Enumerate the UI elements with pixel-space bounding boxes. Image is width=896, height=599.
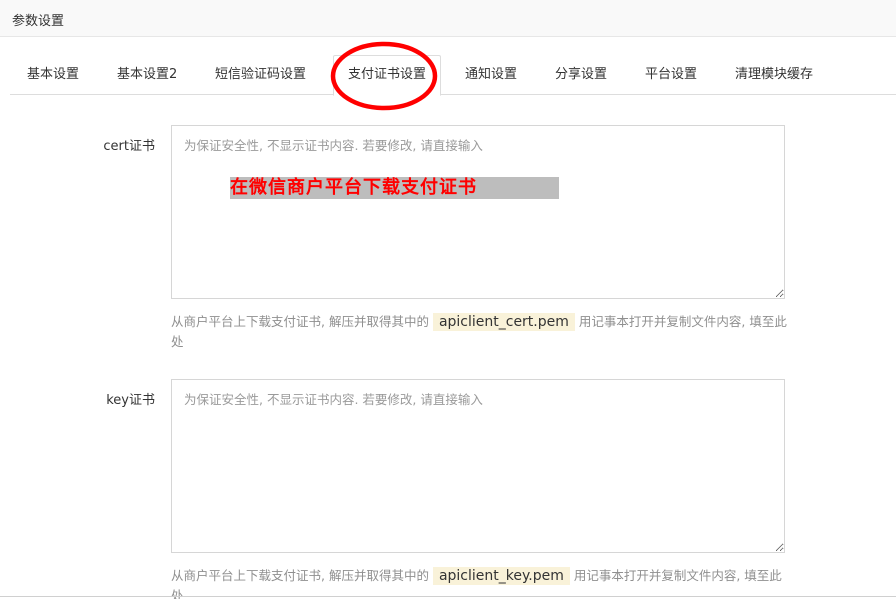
- cert-help-prefix: 从商户平台上下载支付证书, 解压并取得其中的: [171, 314, 429, 329]
- key-field-label: key证书: [106, 393, 155, 408]
- key-help-prefix: 从商户平台上下载支付证书, 解压并取得其中的: [171, 568, 429, 583]
- key-textarea[interactable]: [171, 379, 785, 553]
- bottom-divider: [0, 596, 896, 597]
- tab-clear-module-cache[interactable]: 清理模块缓存: [735, 55, 813, 95]
- page-title: 参数设置: [12, 14, 65, 29]
- tab-notification-settings[interactable]: 通知设置: [465, 55, 517, 95]
- annotation-banner: 在微信商户平台下载支付证书: [230, 177, 559, 199]
- cert-filename: apiclient_cert.pem: [432, 313, 575, 331]
- tab-basic-settings-2[interactable]: 基本设置2: [117, 55, 177, 95]
- page-header: 参数设置: [0, 0, 896, 37]
- cert-field-label: cert证书: [103, 139, 155, 154]
- tab-share-settings[interactable]: 分享设置: [555, 55, 607, 95]
- cert-help-text: 从商户平台上下载支付证书, 解压并取得其中的 apiclient_cert.pe…: [171, 312, 791, 351]
- tab-basic-settings[interactable]: 基本设置: [27, 55, 79, 95]
- cert-textarea[interactable]: [171, 125, 785, 299]
- tab-platform-settings[interactable]: 平台设置: [645, 55, 697, 95]
- settings-tabs: 基本设置 基本设置2 短信验证码设置 支付证书设置 通知设置 分享设置 平台设置…: [10, 55, 896, 96]
- key-filename: apiclient_key.pem: [432, 567, 570, 585]
- settings-page: 参数设置 基本设置 基本设置2 短信验证码设置 支付证书设置 通知设置 分享设置…: [0, 0, 896, 599]
- tab-sms-code-settings[interactable]: 短信验证码设置: [215, 55, 306, 95]
- key-help-text: 从商户平台上下载支付证书, 解压并取得其中的 apiclient_key.pem…: [171, 566, 791, 599]
- tab-payment-cert-settings[interactable]: 支付证书设置: [333, 55, 442, 96]
